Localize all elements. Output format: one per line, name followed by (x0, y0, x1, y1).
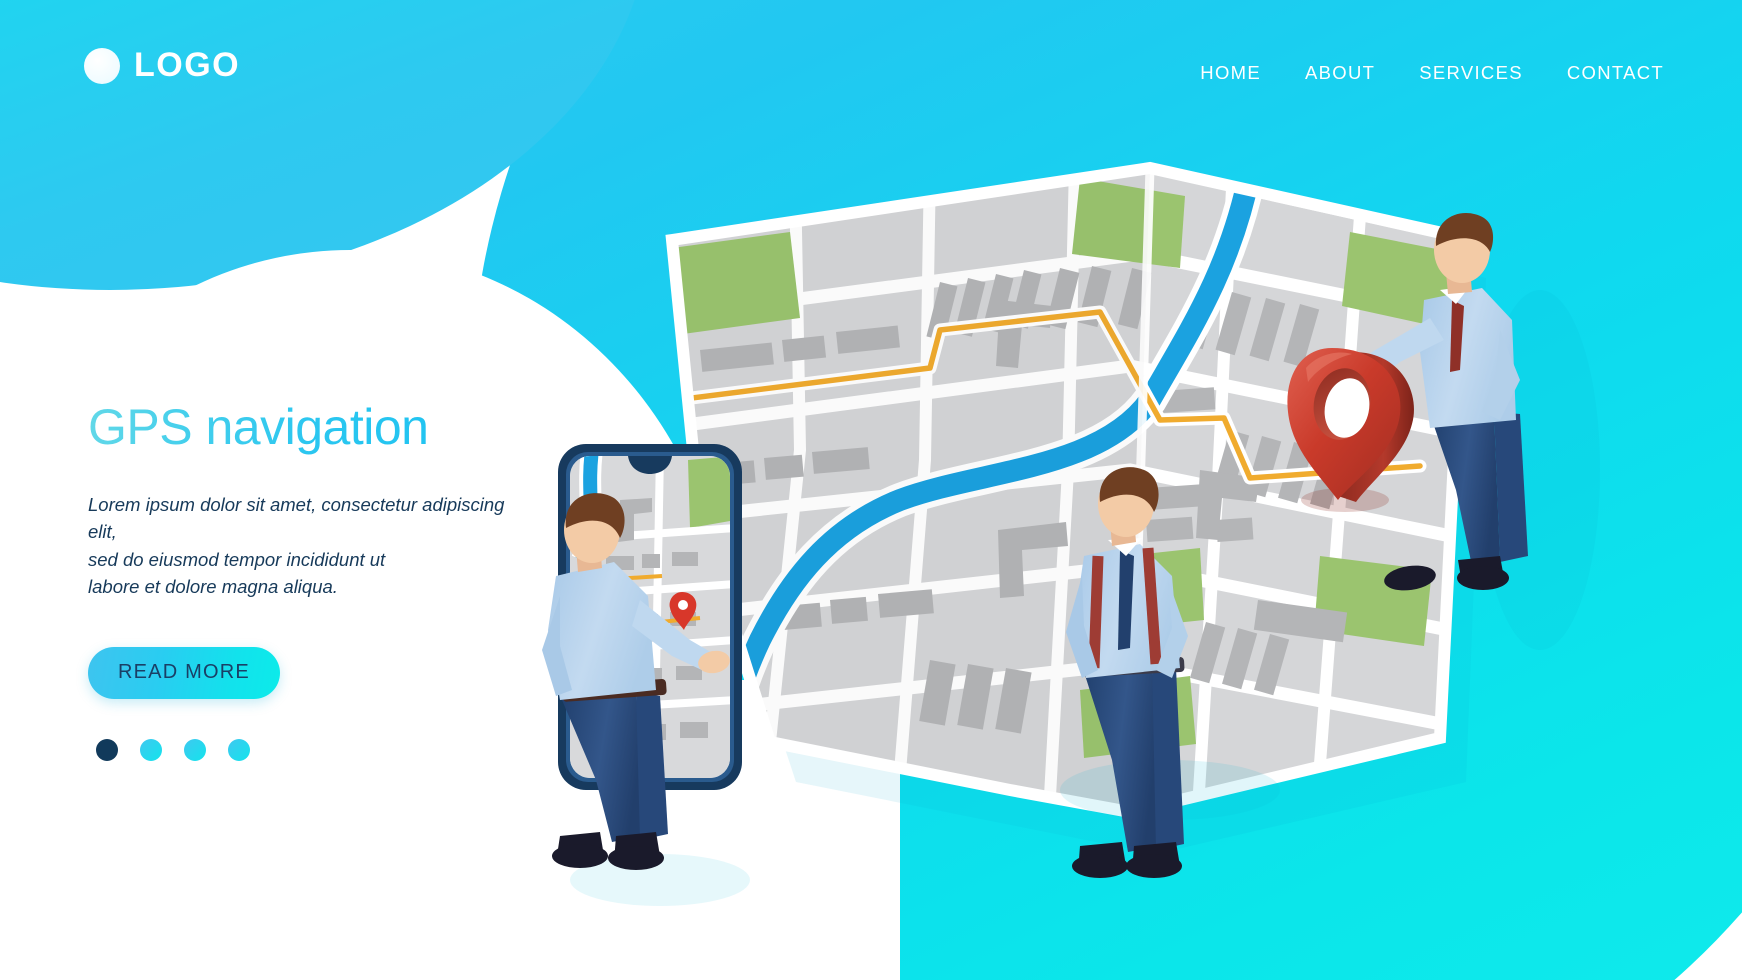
page-title: GPS navigation (88, 400, 548, 455)
circle-logo-mark-icon (84, 47, 120, 84)
hero-subtitle: Lorem ipsum dolor sit amet, consectetur … (88, 491, 508, 601)
carousel-dot-2[interactable] (140, 738, 162, 761)
logo-text: LOGO (134, 46, 241, 84)
hero-copy-block: GPS navigation Lorem ipsum dolor sit ame… (88, 400, 548, 761)
carousel-dot-4[interactable] (228, 738, 250, 761)
read-more-button[interactable]: READ MORE (88, 646, 280, 699)
carousel-dots (96, 738, 548, 761)
nav-item-services[interactable]: SERVICES (1419, 62, 1523, 84)
hero-subtitle-line-3: labore et dolore magna aliqua. (88, 576, 338, 598)
hero-subtitle-line-1: Lorem ipsum dolor sit amet, consectetur … (88, 494, 505, 543)
brand-logo[interactable]: LOGO (84, 46, 240, 85)
hero-subtitle-line-2: sed do eiusmod tempor incididunt ut (88, 548, 386, 570)
nav-item-home[interactable]: HOME (1200, 62, 1261, 84)
main-navigation: HOME ABOUT SERVICES CONTACT (1200, 62, 1664, 84)
landing-page: LOGO HOME ABOUT SERVICES CONTACT GPS nav… (0, 0, 1742, 980)
carousel-dot-1[interactable] (96, 738, 118, 761)
carousel-dot-3[interactable] (184, 738, 206, 761)
nav-item-contact[interactable]: CONTACT (1567, 62, 1664, 84)
nav-item-about[interactable]: ABOUT (1305, 62, 1375, 84)
